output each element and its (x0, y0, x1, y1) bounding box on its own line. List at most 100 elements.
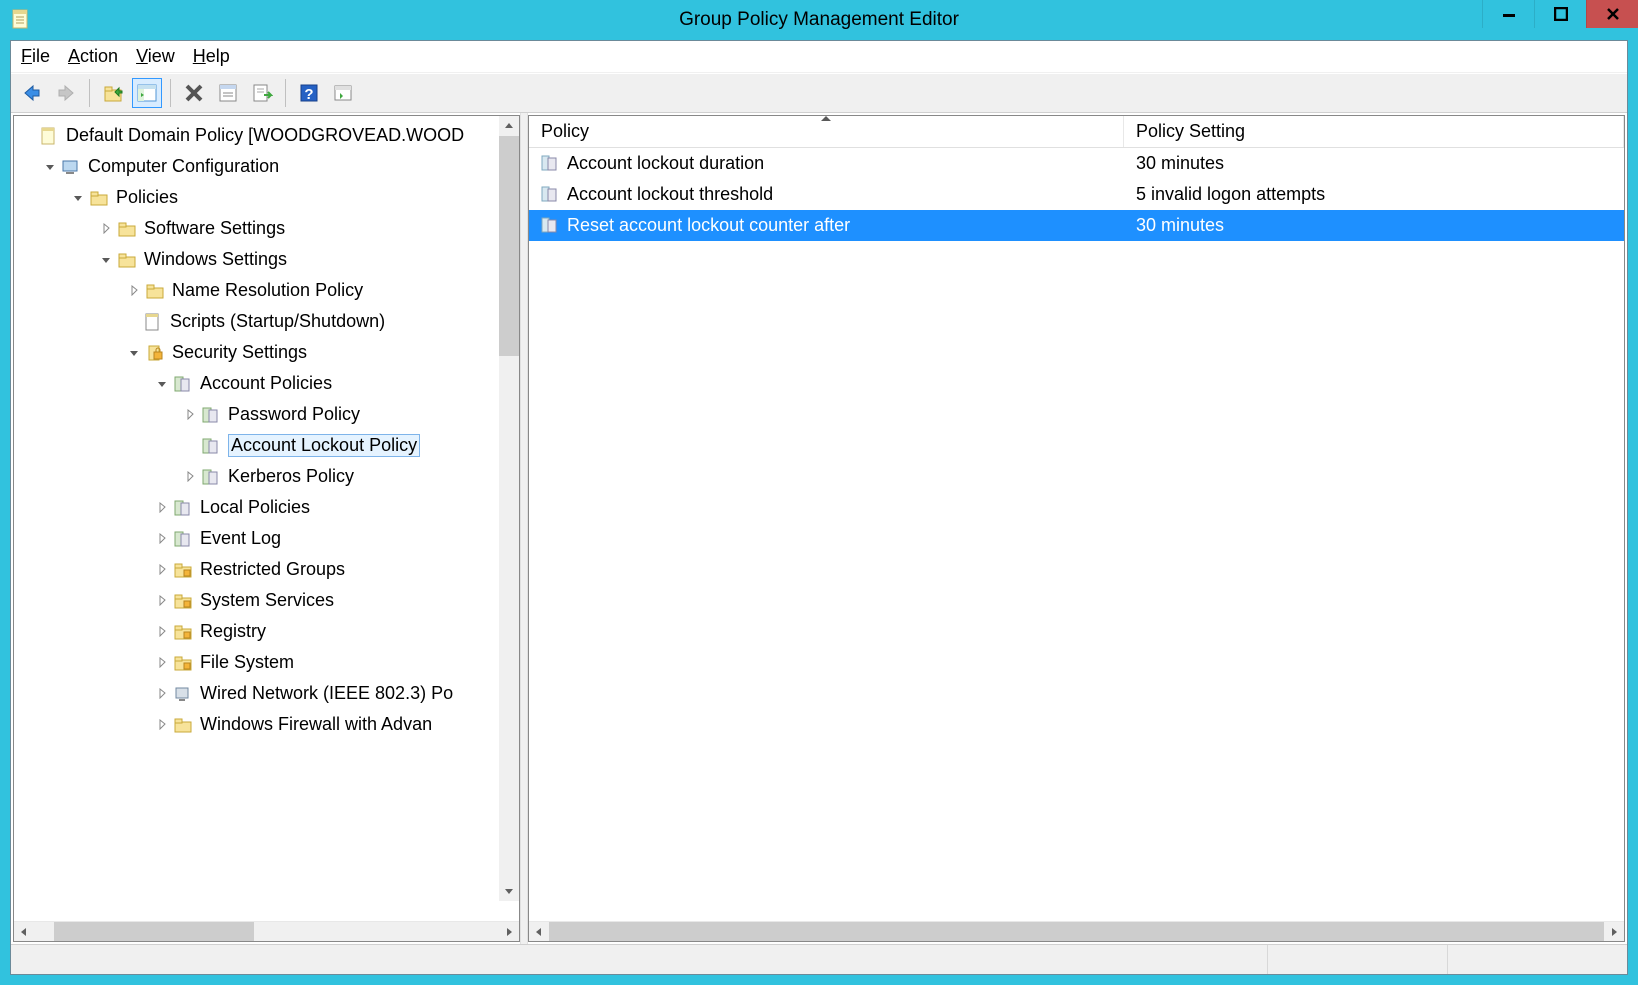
scroll-thumb[interactable] (54, 922, 254, 941)
filter-button[interactable] (328, 78, 358, 108)
collapse-icon[interactable] (70, 192, 86, 203)
expand-icon[interactable] (182, 409, 198, 420)
tree-label: Registry (200, 621, 266, 642)
collapse-icon[interactable] (126, 347, 142, 358)
list-row[interactable]: Account lockout duration 30 minutes (529, 148, 1624, 179)
menu-file[interactable]: File (21, 46, 50, 67)
tree-label: File System (200, 652, 294, 673)
expand-icon[interactable] (154, 533, 170, 544)
expand-icon[interactable] (154, 688, 170, 699)
menu-view[interactable]: View (136, 46, 175, 67)
column-header-setting[interactable]: Policy Setting (1124, 116, 1624, 147)
scroll-left-arrow[interactable] (529, 922, 549, 941)
expand-icon[interactable] (154, 595, 170, 606)
back-button[interactable] (17, 78, 47, 108)
scroll-track[interactable] (499, 356, 519, 881)
collapse-icon[interactable] (98, 254, 114, 265)
scroll-right-arrow[interactable] (499, 922, 519, 941)
close-button[interactable] (1586, 0, 1638, 28)
policy-item-icon (541, 216, 561, 236)
policy-icon (172, 528, 194, 550)
scroll-track[interactable] (549, 922, 1604, 941)
help-button[interactable]: ? (294, 78, 324, 108)
scroll-thumb[interactable] (549, 922, 1604, 941)
tree-item-account-lockout-policy[interactable]: Account Lockout Policy (14, 430, 519, 461)
tree-label: Default Domain Policy [WOODGROVEAD.WOOD (66, 125, 464, 146)
tree-label: Password Policy (228, 404, 360, 425)
show-hide-tree-button[interactable] (132, 78, 162, 108)
folder-icon (172, 714, 194, 736)
folder-lock-icon (172, 621, 194, 643)
cell-policy: Account lockout threshold (529, 184, 1124, 205)
tree-label: Security Settings (172, 342, 307, 363)
tree-item-windows-firewall[interactable]: Windows Firewall with Advan (14, 709, 519, 740)
tree-item-computer-config[interactable]: Computer Configuration (14, 151, 519, 182)
script-icon (142, 311, 164, 333)
list-body[interactable]: Account lockout duration 30 minutes Acco… (529, 148, 1624, 921)
toolbar-separator (89, 79, 90, 107)
tree-item-scripts[interactable]: Scripts (Startup/Shutdown) (14, 306, 519, 337)
expand-icon[interactable] (98, 223, 114, 234)
tree-label: Scripts (Startup/Shutdown) (170, 311, 385, 332)
window-controls (1482, 0, 1638, 30)
tree-item-security-settings[interactable]: Security Settings (14, 337, 519, 368)
splitter[interactable] (520, 113, 528, 944)
tree-item-file-system[interactable]: File System (14, 647, 519, 678)
scroll-up-arrow[interactable] (499, 116, 519, 136)
tree-item-root[interactable]: Default Domain Policy [WOODGROVEAD.WOOD (14, 120, 519, 151)
maximize-button[interactable] (1534, 0, 1586, 28)
tree-item-name-resolution[interactable]: Name Resolution Policy (14, 275, 519, 306)
tree-label: Kerberos Policy (228, 466, 354, 487)
tree-item-password-policy[interactable]: Password Policy (14, 399, 519, 430)
tree-item-event-log[interactable]: Event Log (14, 523, 519, 554)
tree-item-restricted-groups[interactable]: Restricted Groups (14, 554, 519, 585)
delete-button[interactable] (179, 78, 209, 108)
list-horizontal-scrollbar[interactable] (529, 921, 1624, 941)
menu-help[interactable]: Help (193, 46, 230, 67)
column-header-policy[interactable]: Policy (529, 116, 1124, 147)
scroll-track[interactable] (34, 922, 499, 941)
cell-text: 30 minutes (1136, 153, 1224, 174)
tree-item-system-services[interactable]: System Services (14, 585, 519, 616)
svg-text:?: ? (304, 86, 313, 103)
menu-action[interactable]: Action (68, 46, 118, 67)
list-row[interactable]: Account lockout threshold 5 invalid logo… (529, 179, 1624, 210)
policy-icon (172, 373, 194, 395)
collapse-icon[interactable] (42, 161, 58, 172)
tree-item-kerberos-policy[interactable]: Kerberos Policy (14, 461, 519, 492)
expand-icon[interactable] (154, 657, 170, 668)
scroll-down-arrow[interactable] (499, 881, 519, 901)
properties-button[interactable] (213, 78, 243, 108)
expand-icon[interactable] (154, 502, 170, 513)
expand-icon[interactable] (126, 285, 142, 296)
tree-label: Account Lockout Policy (228, 434, 420, 457)
scroll-icon (38, 125, 60, 147)
tree-item-local-policies[interactable]: Local Policies (14, 492, 519, 523)
tree-item-software-settings[interactable]: Software Settings (14, 213, 519, 244)
folder-lock-icon (172, 590, 194, 612)
tree-item-account-policies[interactable]: Account Policies (14, 368, 519, 399)
forward-button[interactable] (51, 78, 81, 108)
export-button[interactable] (247, 78, 277, 108)
collapse-icon[interactable] (154, 378, 170, 389)
column-label: Policy Setting (1136, 121, 1245, 142)
scroll-thumb[interactable] (499, 136, 519, 356)
tree-item-wired-network[interactable]: Wired Network (IEEE 802.3) Po (14, 678, 519, 709)
expand-icon[interactable] (154, 564, 170, 575)
tree-item-policies[interactable]: Policies (14, 182, 519, 213)
tree-label: Computer Configuration (88, 156, 279, 177)
expand-icon[interactable] (154, 626, 170, 637)
expand-icon[interactable] (182, 471, 198, 482)
list-row[interactable]: Reset account lockout counter after 30 m… (529, 210, 1624, 241)
tree[interactable]: Default Domain Policy [WOODGROVEAD.WOOD … (14, 116, 519, 744)
scroll-left-arrow[interactable] (14, 922, 34, 941)
minimize-button[interactable] (1482, 0, 1534, 28)
cell-setting: 30 minutes (1124, 153, 1624, 174)
tree-horizontal-scrollbar[interactable] (14, 921, 519, 941)
expand-icon[interactable] (154, 719, 170, 730)
scroll-right-arrow[interactable] (1604, 922, 1624, 941)
up-button[interactable] (98, 78, 128, 108)
tree-item-registry[interactable]: Registry (14, 616, 519, 647)
tree-vertical-scrollbar[interactable] (499, 116, 519, 901)
tree-item-windows-settings[interactable]: Windows Settings (14, 244, 519, 275)
